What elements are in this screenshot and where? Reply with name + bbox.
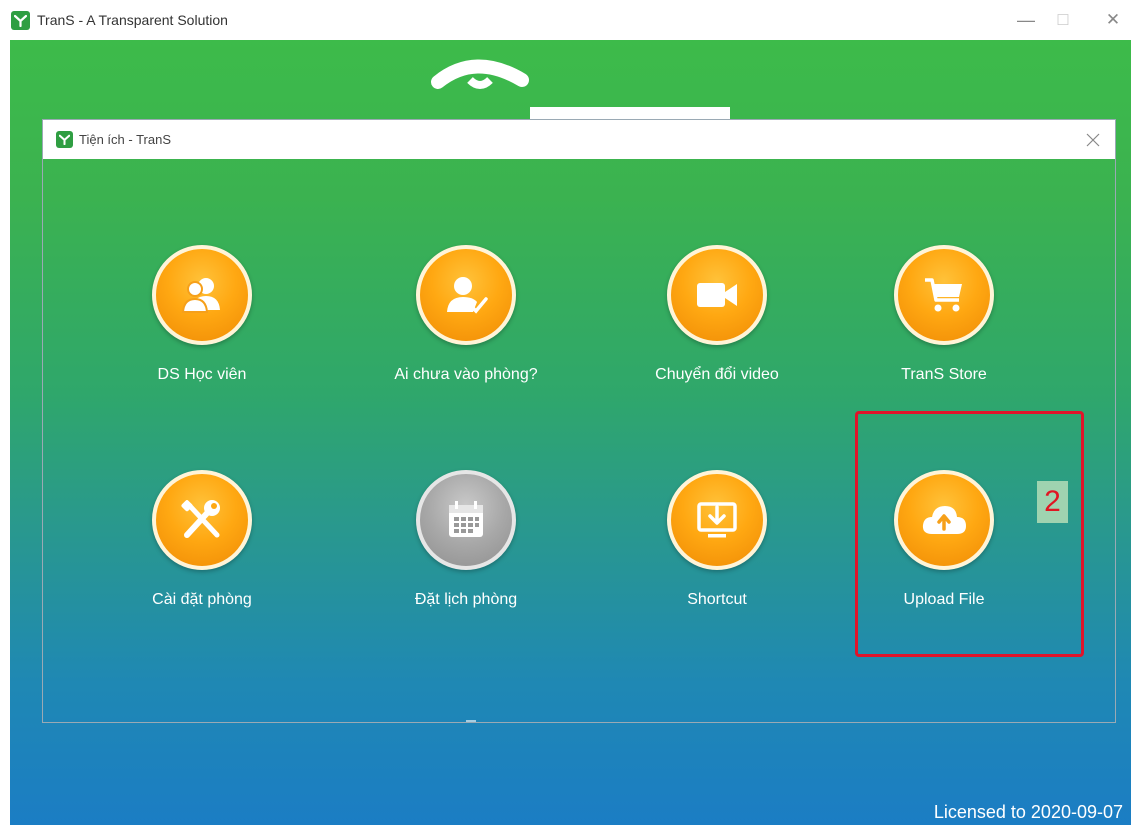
tile-label: Shortcut	[687, 591, 747, 608]
shopping-cart-icon	[925, 278, 962, 312]
window-title: TranS - A Transparent Solution	[37, 12, 228, 28]
tile-icon-circle[interactable]	[152, 470, 252, 570]
tile-icon-circle[interactable]	[667, 245, 767, 345]
tile-icon-circle[interactable]	[416, 245, 516, 345]
video-camera-icon	[697, 283, 737, 307]
trans-logo-icon	[11, 11, 30, 30]
calendar-icon	[449, 501, 483, 537]
tile-schedule-room[interactable]: Đặt lịch phòng	[376, 470, 556, 610]
tile-label: Cài đặt phòng	[152, 591, 252, 608]
annotation-highlight-box	[855, 411, 1084, 657]
dialog-titlebar: Tiện ích - TranS	[43, 120, 1115, 159]
tile-label: Ai chưa vào phòng?	[394, 366, 538, 383]
tile-label: TranS Store	[901, 366, 987, 383]
tile-trans-store[interactable]: TranS Store	[854, 245, 1034, 385]
users-icon	[181, 278, 220, 313]
tile-icon-circle[interactable]	[416, 470, 516, 570]
tile-video-convert[interactable]: Chuyển đổi video	[627, 245, 807, 385]
user-check-icon	[447, 277, 488, 314]
tile-icon-circle[interactable]	[667, 470, 767, 570]
tile-label: Đặt lịch phòng	[414, 591, 518, 608]
minimize-button[interactable]: —	[1008, 6, 1044, 34]
maximize-button[interactable]: ☐	[1045, 6, 1081, 34]
tile-label: Chuyển đổi video	[655, 366, 779, 383]
close-window-button[interactable]: ✕	[1095, 6, 1131, 34]
tile-student-list[interactable]: DS Học viên	[112, 245, 292, 385]
desktop-download-icon	[697, 502, 737, 538]
divider	[466, 720, 476, 722]
tile-icon-circle[interactable]	[152, 245, 252, 345]
tools-icon	[181, 500, 220, 538]
close-icon	[1086, 133, 1100, 147]
tile-icon-circle[interactable]	[894, 245, 994, 345]
dialog-close-button[interactable]	[1079, 126, 1107, 154]
trans-logo-icon	[56, 131, 73, 148]
annotation-step-badge: 2	[1037, 481, 1068, 523]
tile-room-settings[interactable]: Cài đặt phòng	[112, 470, 292, 610]
license-text: Licensed to 2020-09-07	[933, 802, 1123, 822]
tile-label: DS Học viên	[157, 366, 247, 383]
window-titlebar: TranS - A Transparent Solution — ☐ ✕	[0, 0, 1131, 40]
tile-absent-users[interactable]: Ai chưa vào phòng?	[376, 245, 556, 385]
trans-brand-logo-icon	[431, 59, 730, 120]
tile-shortcut[interactable]: Shortcut	[627, 470, 807, 610]
dialog-title: Tiện ích - TranS	[79, 132, 171, 147]
